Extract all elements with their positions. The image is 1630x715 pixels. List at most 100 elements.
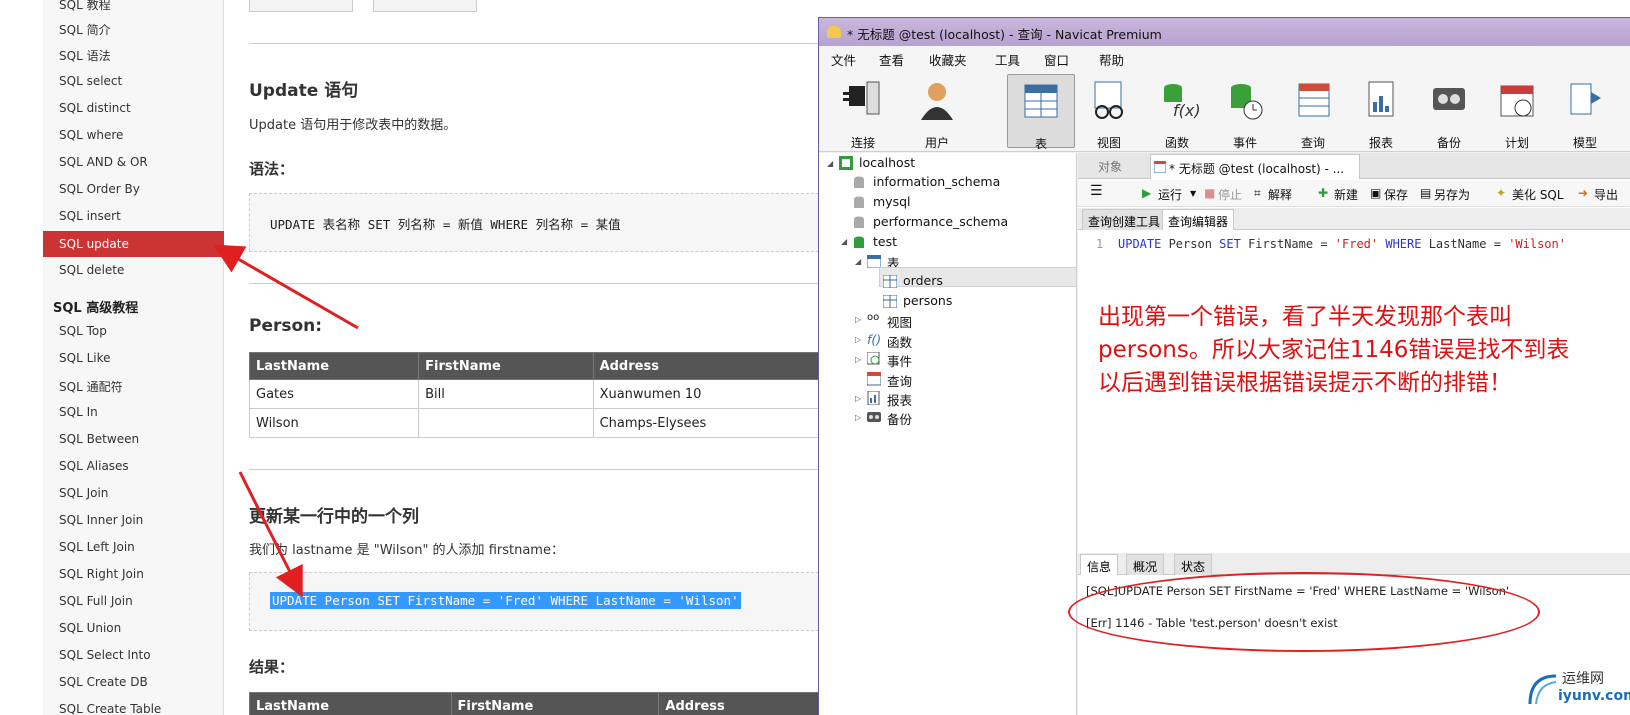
result-label: 结果：	[249, 658, 295, 676]
sidebar-item[interactable]: SQL Like	[59, 351, 111, 365]
beautify-sql-button[interactable]: 美化 SQL	[1512, 186, 1564, 203]
tree-table-orders[interactable]: orders	[903, 273, 943, 288]
menu-favorites[interactable]: 收藏夹	[929, 50, 967, 69]
tree-reports-node[interactable]: 报表	[887, 390, 912, 409]
sidebar-item[interactable]: SQL 语法	[59, 47, 111, 64]
menu-view[interactable]: 查看	[879, 50, 904, 69]
export-button[interactable]: 导出	[1594, 186, 1618, 203]
sidebar-item[interactable]: SQL Aliases	[59, 459, 129, 473]
toolbar-report-button[interactable]: 报表	[1347, 74, 1415, 150]
model-icon	[1570, 83, 1601, 115]
functions-icon: f()	[867, 332, 882, 347]
table-icon	[883, 295, 897, 308]
tree-database-test[interactable]: test	[873, 234, 897, 249]
menu-tools[interactable]: 工具	[995, 50, 1020, 69]
tab-status[interactable]: 状态	[1174, 554, 1213, 575]
sidebar-item[interactable]: SQL select	[59, 74, 122, 88]
sidebar-item[interactable]: SQL Create Table	[59, 702, 161, 715]
stop-button[interactable]: 停止	[1218, 186, 1242, 203]
expand-triangle-icon[interactable]: ▷	[855, 355, 861, 364]
expand-triangle-icon[interactable]: ▷	[855, 413, 861, 422]
sql-text: LastName =	[1421, 237, 1509, 251]
save-button[interactable]: 保存	[1384, 186, 1408, 203]
tree-views-node[interactable]: 视图	[887, 312, 912, 331]
tab-info[interactable]: 信息	[1080, 554, 1119, 575]
tab-objects[interactable]: 对象	[1098, 158, 1122, 175]
sidebar-item[interactable]: SQL 教程	[59, 0, 111, 13]
collapse-triangle-icon[interactable]: ◢	[855, 257, 861, 266]
sidebar-item[interactable]: SQL delete	[59, 263, 124, 277]
new-query-button[interactable]: 新建	[1334, 186, 1358, 203]
run-icon: ▶	[1142, 186, 1152, 200]
table-header: Address	[592, 352, 830, 380]
sql-line[interactable]: UPDATE Person SET FirstName = 'Fred' WHE…	[1118, 237, 1566, 251]
sidebar-item[interactable]: SQL Create DB	[59, 675, 148, 689]
collapse-triangle-icon[interactable]: ◢	[827, 159, 833, 168]
sidebar-item[interactable]: SQL In	[59, 405, 98, 419]
window-titlebar[interactable]: * 无标题 @test (localhost) - 查询 - Navicat P…	[819, 18, 1630, 46]
next-page-button[interactable]	[373, 0, 477, 12]
prev-page-button[interactable]	[249, 0, 353, 12]
toolbar-backup-button[interactable]: 备份	[1415, 74, 1483, 150]
tab-query-builder[interactable]: 查询创建工具	[1082, 209, 1167, 230]
tab-profile[interactable]: 概况	[1126, 554, 1165, 575]
tree-backups-node[interactable]: 备份	[887, 409, 912, 428]
sidebar-item[interactable]: SQL 通配符	[59, 378, 123, 395]
sidebar-advanced-heading: SQL 高级教程	[53, 301, 139, 316]
tree-database[interactable]: information_schema	[873, 174, 1000, 189]
toolbar-event-button[interactable]: 事件	[1211, 74, 1279, 150]
save-as-button[interactable]: 另存为	[1434, 186, 1470, 203]
explain-button[interactable]: 解释	[1268, 186, 1292, 203]
tree-functions-node[interactable]: 函数	[887, 332, 912, 351]
sidebar-item[interactable]: SQL Order By	[59, 182, 140, 196]
table-cell	[418, 408, 594, 438]
tree-database[interactable]: mysql	[873, 194, 911, 209]
toolbar-query-button[interactable]: 查询	[1279, 74, 1347, 150]
sql-editor[interactable]: 1 UPDATE Person SET FirstName = 'Fred' W…	[1078, 231, 1630, 546]
expand-triangle-icon[interactable]: ▷	[855, 335, 861, 344]
watermark-cn: 运维网	[1562, 671, 1604, 687]
toolbar-schedule-button[interactable]: 计划	[1483, 74, 1551, 150]
sidebar-item[interactable]: SQL Top	[59, 324, 107, 338]
sidebar-item[interactable]: SQL 简介	[59, 21, 111, 38]
save-as-icon: ▤	[1420, 186, 1432, 200]
sidebar-item[interactable]: SQL Select Into	[59, 648, 151, 662]
toolbar-view-button[interactable]: 视图	[1075, 74, 1143, 150]
sidebar-item[interactable]: SQL Union	[59, 621, 121, 635]
tree-connection[interactable]: localhost	[859, 155, 915, 170]
export-icon: ➜	[1578, 186, 1589, 200]
toolbar-user-button[interactable]: 用户	[903, 74, 971, 150]
sidebar-item[interactable]: SQL Right Join	[59, 567, 144, 581]
tab-query[interactable]: * 无标题 @test (localhost) - ...	[1150, 154, 1360, 179]
tree-events-node[interactable]: 事件	[887, 351, 912, 370]
sidebar-item[interactable]: SQL Between	[59, 432, 139, 446]
sidebar-item[interactable]: SQL Full Join	[59, 594, 133, 608]
sidebar-item[interactable]: SQL Left Join	[59, 540, 135, 554]
toolbar-table-button[interactable]: 表	[1007, 74, 1075, 151]
sidebar-item-active[interactable]: SQL update	[43, 231, 224, 257]
expand-triangle-icon[interactable]: ▷	[855, 394, 861, 403]
toolbar-model-button[interactable]: 模型	[1551, 74, 1619, 150]
update-code-selected[interactable]: UPDATE Person SET FirstName = 'Fred' WHE…	[270, 592, 741, 609]
toolbar-function-button[interactable]: f(x) 函数	[1143, 74, 1211, 150]
sidebar-item[interactable]: SQL AND & OR	[59, 155, 148, 169]
sidebar-item[interactable]: SQL distinct	[59, 101, 131, 115]
tree-table-persons[interactable]: persons	[903, 293, 952, 308]
toolbar-connect-button[interactable]: 连接	[829, 74, 897, 150]
sidebar-item[interactable]: SQL where	[59, 128, 123, 142]
expand-triangle-icon[interactable]: ▷	[855, 315, 861, 324]
tab-query-editor[interactable]: 查询编辑器	[1162, 209, 1235, 230]
sidebar-item[interactable]: SQL Join	[59, 486, 108, 500]
menu-help[interactable]: 帮助	[1099, 50, 1124, 69]
sidebar-item[interactable]: SQL insert	[59, 209, 121, 223]
reports-icon	[867, 391, 880, 405]
sidebar-item[interactable]: SQL Inner Join	[59, 513, 143, 527]
run-dropdown-icon[interactable]: ▼	[1190, 189, 1196, 198]
collapse-triangle-icon[interactable]: ◢	[841, 237, 847, 246]
menu-window[interactable]: 窗口	[1044, 50, 1069, 69]
tree-queries-node[interactable]: 查询	[887, 371, 912, 390]
menu-file[interactable]: 文件	[831, 50, 856, 69]
tree-database[interactable]: performance_schema	[873, 214, 1008, 229]
hamburger-menu-icon[interactable]: ☰	[1090, 183, 1103, 199]
run-button[interactable]: 运行	[1158, 186, 1182, 203]
